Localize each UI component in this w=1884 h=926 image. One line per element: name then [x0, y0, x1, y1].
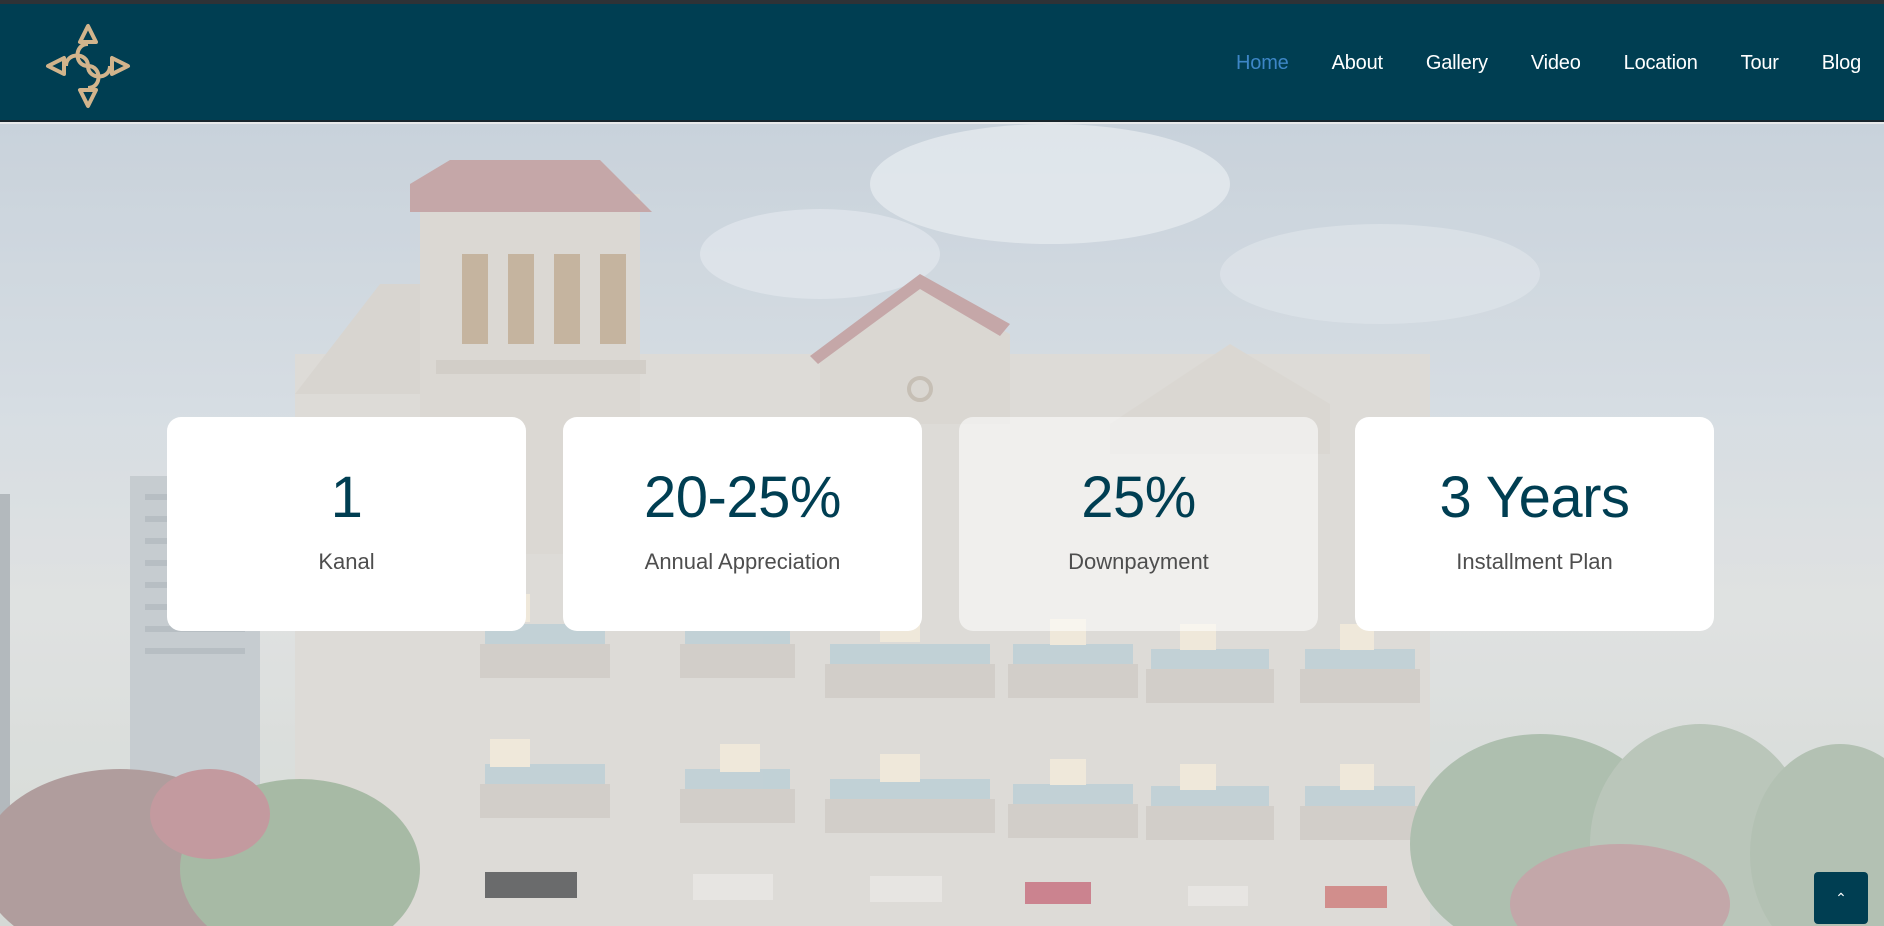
- stat-value: 20-25%: [644, 465, 841, 530]
- nav-video[interactable]: Video: [1531, 52, 1581, 75]
- stat-card-installment: 3 Years Installment Plan: [1355, 417, 1714, 631]
- nav-tour[interactable]: Tour: [1741, 52, 1779, 75]
- nav-blog[interactable]: Blog: [1822, 52, 1861, 75]
- stat-card-appreciation: 20-25% Annual Appreciation: [563, 417, 922, 631]
- stat-card-downpayment: 25% Downpayment: [959, 417, 1318, 631]
- scroll-to-top-button[interactable]: ⌃: [1814, 872, 1868, 924]
- stat-label: Kanal: [318, 549, 375, 574]
- stat-value: 1: [330, 465, 363, 530]
- stat-label: Annual Appreciation: [644, 549, 841, 574]
- stat-label: Downpayment: [1068, 549, 1209, 574]
- site-header: Home About Gallery Video Location Tour B…: [0, 4, 1884, 122]
- stat-value: 3 Years: [1439, 465, 1630, 530]
- nav-gallery[interactable]: Gallery: [1426, 52, 1488, 75]
- stat-label: Installment Plan: [1456, 549, 1613, 574]
- nav-about[interactable]: About: [1332, 52, 1383, 75]
- stat-card-kanal: 1 Kanal: [167, 417, 526, 631]
- site-logo[interactable]: [44, 22, 132, 110]
- nav-home[interactable]: Home: [1236, 52, 1289, 75]
- main-nav: Home About Gallery Video Location Tour B…: [1236, 4, 1884, 122]
- chevron-up-icon: ⌃: [1835, 890, 1847, 906]
- stat-value: 25%: [1081, 465, 1196, 530]
- nav-location[interactable]: Location: [1624, 52, 1698, 75]
